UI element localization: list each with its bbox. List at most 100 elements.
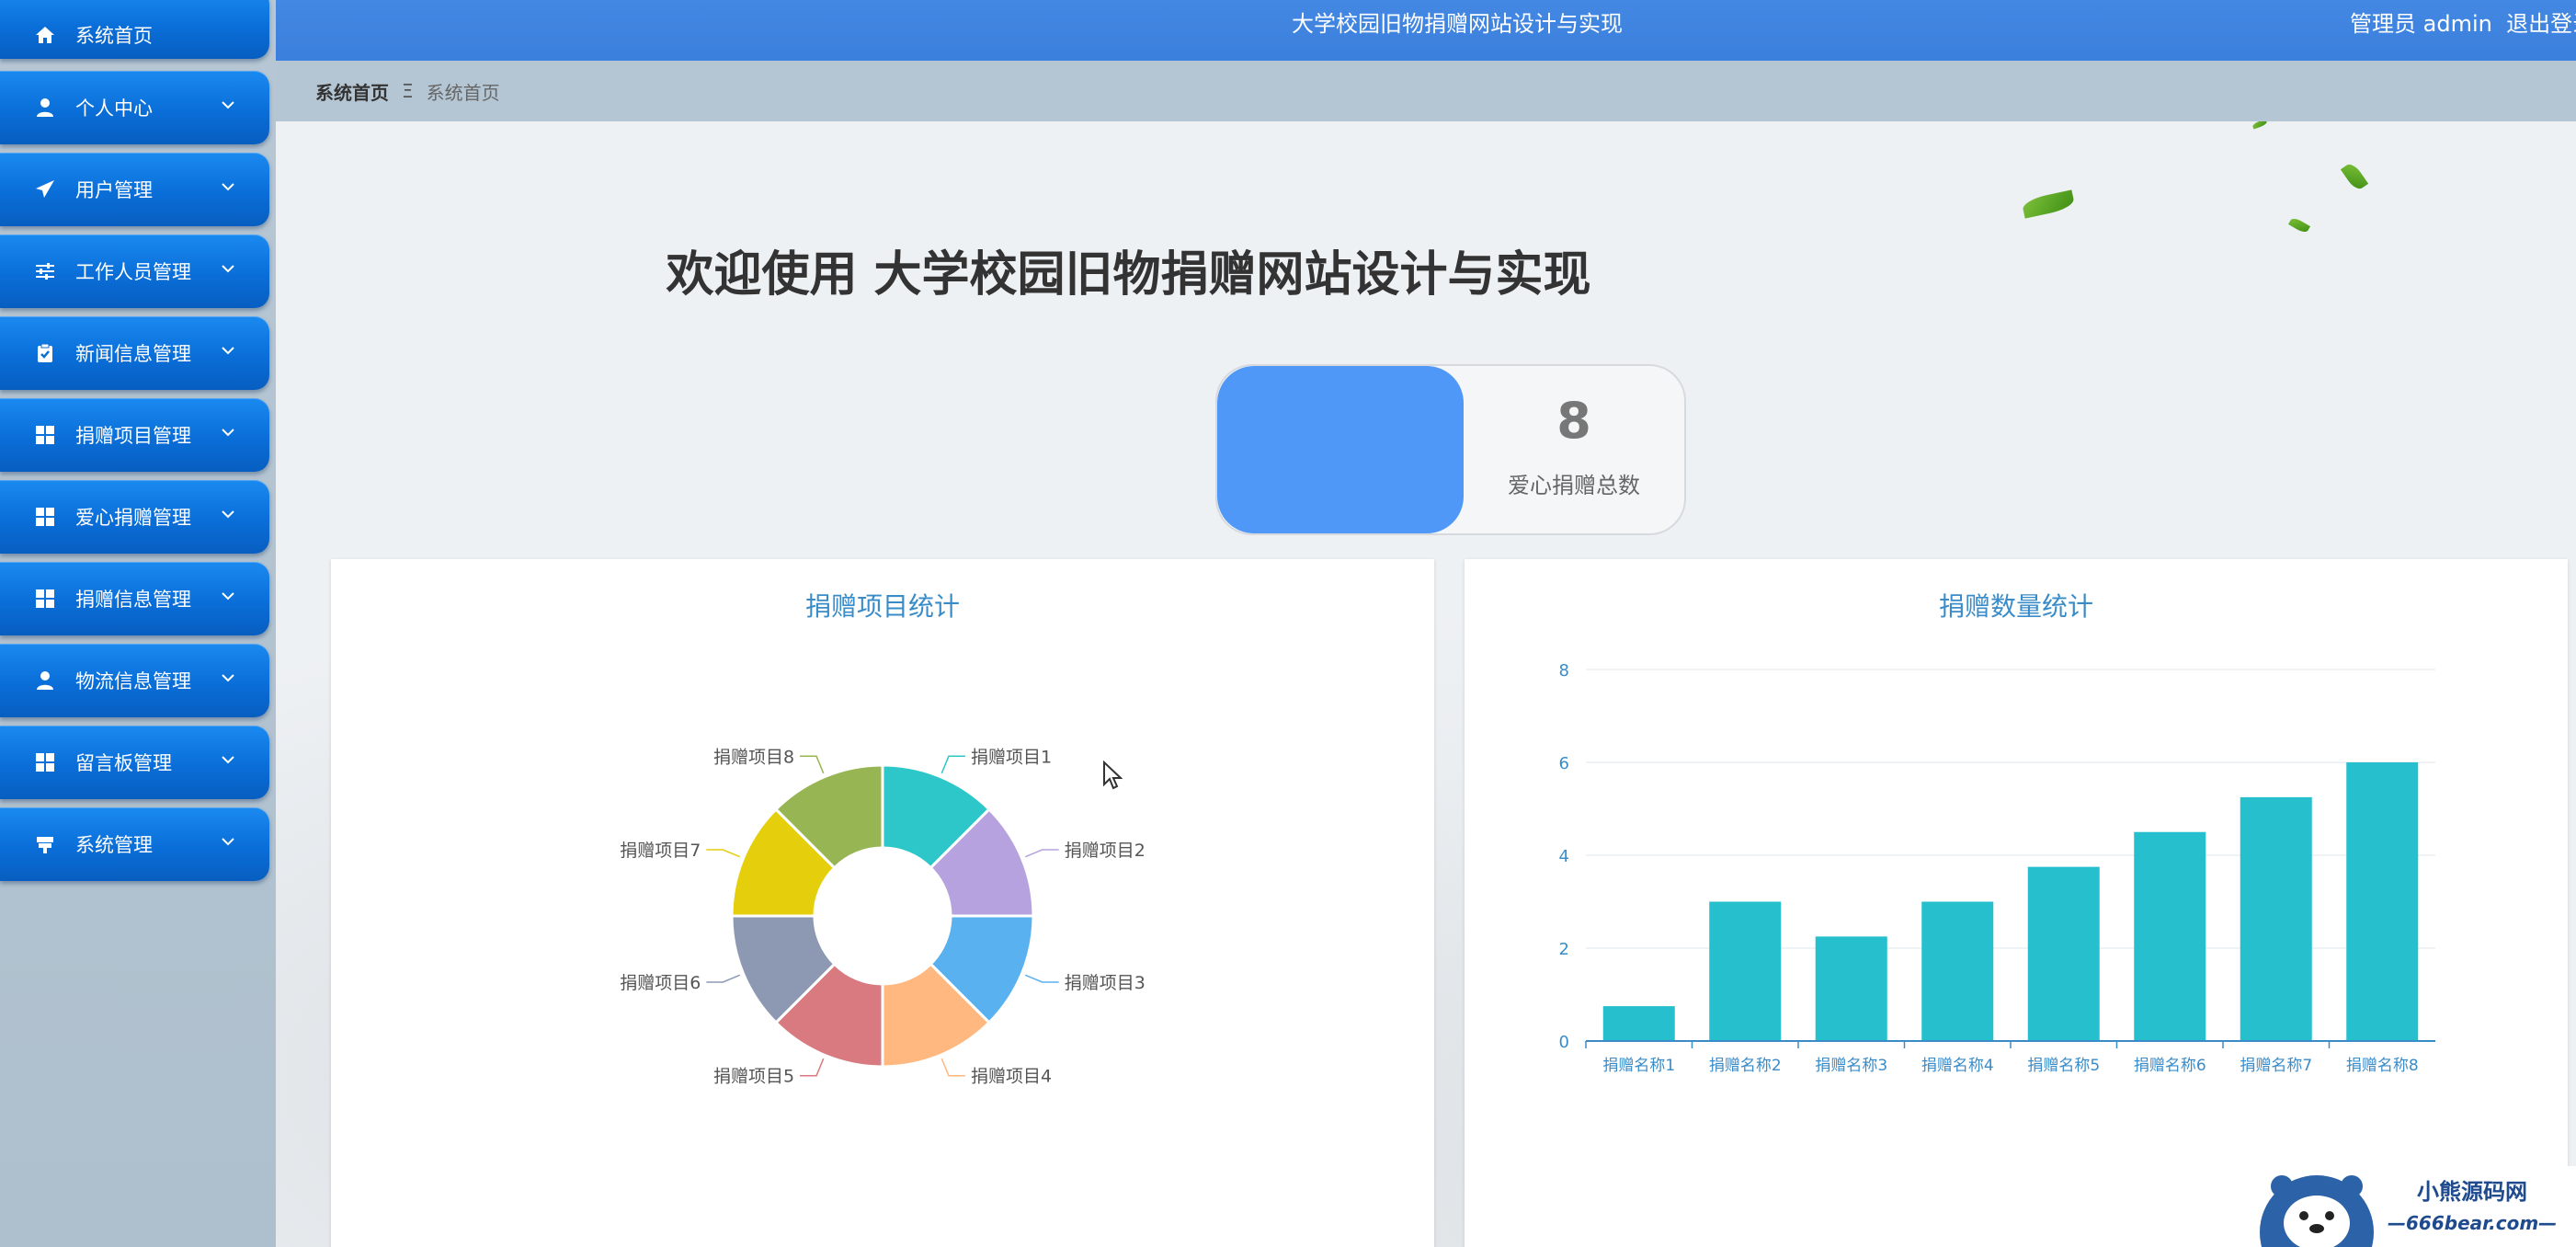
chevron-down-icon: [218, 749, 238, 770]
leaf-decoration: [2021, 189, 2076, 219]
bar[interactable]: [1709, 901, 1782, 1042]
user-icon: [33, 669, 57, 692]
user-area: 管理员 admin 退出登录: [2350, 6, 2576, 38]
chevron-down-icon: [218, 831, 238, 852]
chevron-down-icon: [218, 340, 238, 360]
sidebar-item-label: 个人中心: [75, 97, 153, 120]
bar[interactable]: [1602, 1006, 1675, 1041]
leaf-decoration: [2287, 216, 2311, 235]
pie-label: 捐赠项目6: [620, 973, 701, 993]
breadcrumb-separator: Ξ: [402, 80, 414, 102]
grid-icon: [33, 505, 57, 529]
signpost-icon: [33, 832, 57, 856]
pie-label: 捐赠项目8: [713, 747, 794, 767]
bar-chart: 0 2 4 6 8 捐赠名称1 捐赠名称2 捐赠名称3 捐赠名称4 捐赠名称5 捐赠名称6 捐赠名称7…: [1559, 661, 2435, 1075]
pie-label: 捐赠项目5: [713, 1067, 794, 1087]
pie-label: 捐赠项目3: [1065, 973, 1146, 993]
welcome-title: 欢迎使用 大学校园旧物捐赠网站设计与实现: [666, 247, 1591, 303]
y-tick-label: 4: [1559, 847, 1569, 866]
sidebar-item-9[interactable]: 物流信息管理: [0, 644, 269, 717]
pie-chart-panel: 捐赠项目统计 捐赠项目1 捐赠项目2 捐赠项目3 捐赠项目4 捐赠项目5 捐赠项目6 捐赠项…: [331, 559, 1434, 1247]
bar[interactable]: [2027, 866, 2100, 1041]
user-name: 管理员 admin: [2350, 11, 2492, 37]
home-icon: [33, 23, 57, 47]
chevron-down-icon: [218, 95, 238, 115]
sidebar-item-7[interactable]: 爱心捐赠管理: [0, 480, 269, 554]
stat-value: 8: [1556, 392, 1591, 450]
breadcrumb: 系统首页 Ξ 系统首页: [276, 61, 2576, 121]
grid-icon: [33, 587, 57, 611]
pie-label-line: [940, 1058, 965, 1077]
sidebar-item-label: 系统管理: [75, 834, 153, 856]
grid-icon: [33, 423, 57, 447]
sidebar-item-1[interactable]: 系统首页: [0, 0, 269, 59]
x-tick-label: 捐赠名称1: [1602, 1057, 1675, 1075]
sidebar-item-label: 捐赠信息管理: [75, 589, 191, 611]
clipboard-check-icon: [33, 341, 57, 365]
grid-icon: [33, 750, 57, 774]
sidebar-item-8[interactable]: 捐赠信息管理: [0, 562, 269, 635]
pie-chart: 捐赠项目1 捐赠项目2 捐赠项目3 捐赠项目4 捐赠项目5 捐赠项目6 捐赠项目7 捐赠项目8: [620, 747, 1146, 1087]
pie-label-line: [706, 849, 741, 858]
watermark-url: —666bear.com—: [2388, 1212, 2558, 1234]
leaf-decoration: [2251, 121, 2268, 130]
y-tick-label: 6: [1559, 754, 1569, 773]
watermark-name: 小熊源码网: [2417, 1179, 2527, 1205]
sidebar-item-5[interactable]: 新闻信息管理: [0, 316, 269, 390]
sidebar-item-3[interactable]: 用户管理: [0, 153, 269, 226]
bar-chart-panel: 捐赠数量统计 0 2 4 6 8 捐赠名称1 捐赠名称2 捐赠名称3 捐赠名称4 捐赠名称5 捐赠名…: [1465, 559, 2568, 1247]
pie-label-line: [1024, 849, 1059, 858]
chevron-down-icon: [218, 258, 238, 279]
chevron-down-icon: [218, 422, 238, 442]
mouse-cursor-icon: [1103, 761, 1123, 790]
sidebar-item-2[interactable]: 个人中心: [0, 71, 269, 144]
stat-label: 爱心捐赠总数: [1508, 473, 1640, 498]
pie-label-line: [800, 1058, 825, 1077]
top-bar: 大学校园旧物捐赠网站设计与实现 管理员 admin 退出登录: [276, 0, 2576, 61]
chevron-down-icon: [218, 177, 238, 197]
x-tick-label: 捐赠名称4: [1921, 1057, 1994, 1075]
app-title: 大学校园旧物捐赠网站设计与实现: [1292, 11, 1623, 37]
y-tick-label: 8: [1559, 661, 1569, 681]
user-icon: [33, 96, 57, 120]
pie-label: 捐赠项目4: [971, 1067, 1052, 1087]
sidebar-item-11[interactable]: 系统管理: [0, 807, 269, 881]
pie-label-line: [706, 974, 741, 983]
pie-label: 捐赠项目1: [971, 747, 1052, 767]
watermark: 小熊源码网 —666bear.com—: [2247, 1166, 2576, 1247]
sidebar-item-label: 捐赠项目管理: [75, 425, 191, 447]
breadcrumb-home[interactable]: 系统首页: [315, 78, 389, 105]
bar[interactable]: [2346, 762, 2419, 1041]
sidebar-item-label: 物流信息管理: [75, 670, 191, 692]
bear-logo-icon: [2260, 1175, 2374, 1247]
sidebar: 系统首页个人中心用户管理工作人员管理 新闻信息管理 捐赠项目管理爱心捐赠管理捐赠信息…: [0, 0, 276, 1247]
y-tick-label: 0: [1559, 1033, 1569, 1052]
x-tick-label: 捐赠名称3: [1815, 1057, 1887, 1075]
x-tick-label: 捐赠名称7: [2240, 1057, 2312, 1075]
pie-label-line: [940, 755, 965, 774]
bar[interactable]: [1921, 901, 1994, 1042]
logout-link[interactable]: 退出登录: [2506, 11, 2576, 37]
sidebar-item-4[interactable]: 工作人员管理: [0, 235, 269, 308]
main-content: 欢迎使用 大学校园旧物捐赠网站设计与实现 8 爱心捐赠总数 捐赠项目统计 捐赠项…: [276, 121, 2576, 1247]
sidebar-item-label: 用户管理: [75, 179, 153, 201]
chevron-down-icon: [218, 586, 238, 606]
x-tick-label: 捐赠名称6: [2134, 1057, 2206, 1075]
sidebar-item-10[interactable]: 留言板管理: [0, 726, 269, 799]
leaf-decoration: [2340, 161, 2369, 192]
sidebar-item-label: 留言板管理: [75, 752, 172, 774]
sidebar-item-label: 工作人员管理: [75, 261, 191, 283]
stat-card-icon-area: [1217, 366, 1464, 533]
x-tick-label: 捐赠名称5: [2027, 1057, 2100, 1075]
pie-label-line: [1024, 974, 1059, 983]
pie-label-line: [800, 755, 825, 774]
pie-label: 捐赠项目7: [620, 841, 701, 861]
sidebar-item-6[interactable]: 捐赠项目管理: [0, 398, 269, 472]
chevron-down-icon: [218, 504, 238, 524]
sidebar-item-label: 新闻信息管理: [75, 343, 191, 365]
bar[interactable]: [2240, 796, 2312, 1041]
stat-card: 8 爱心捐赠总数: [1215, 364, 1686, 535]
bar[interactable]: [2134, 831, 2206, 1041]
bar[interactable]: [1815, 936, 1887, 1041]
y-tick-label: 2: [1559, 940, 1569, 959]
